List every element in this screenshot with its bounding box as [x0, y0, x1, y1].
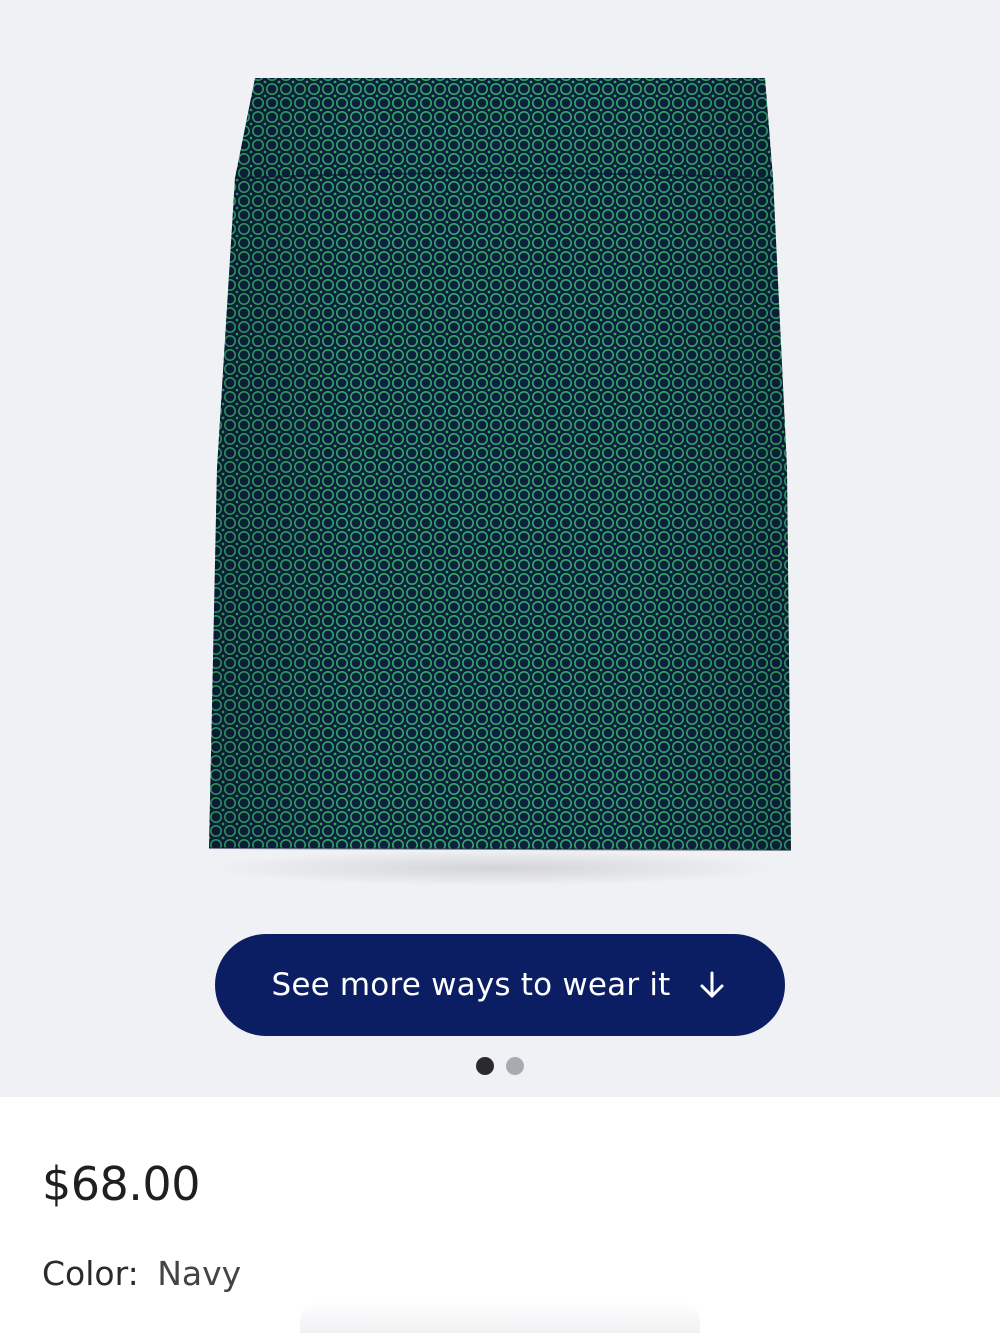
product-price: $68.00 — [42, 1157, 200, 1211]
see-more-ways-button[interactable]: See more ways to wear it — [215, 934, 785, 1036]
carousel-dot-1[interactable] — [476, 1057, 494, 1075]
carousel-indicator — [0, 1057, 1000, 1075]
see-more-ways-label: See more ways to wear it — [271, 967, 671, 1003]
product-image-panel[interactable]: See more ways to wear it — [0, 0, 1000, 1097]
color-selection: Color: Navy — [42, 1254, 241, 1293]
carousel-dot-2[interactable] — [506, 1057, 524, 1075]
color-value: Navy — [157, 1254, 242, 1293]
arrow-down-icon — [695, 968, 729, 1002]
color-label: Color: — [42, 1254, 139, 1293]
bottom-edge-shadow — [300, 1300, 700, 1333]
product-photo — [205, 78, 792, 886]
